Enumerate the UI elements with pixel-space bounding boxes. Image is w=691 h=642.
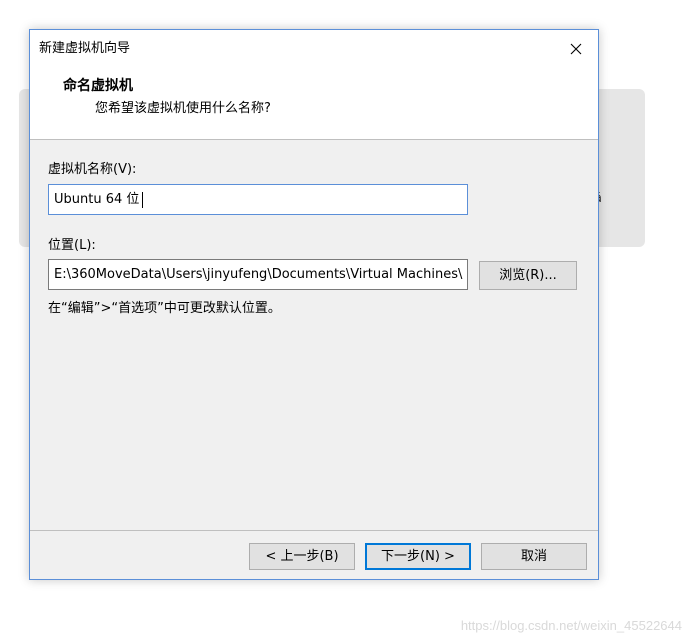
location-input[interactable]: E:\360MoveData\Users\jinyufeng\Documents… <box>48 259 468 290</box>
next-button[interactable]: 下一步(N) > <box>365 543 471 570</box>
close-icon <box>570 43 582 54</box>
default-location-hint: 在“编辑”>“首选项”中可更改默认位置。 <box>48 301 281 316</box>
vm-name-input[interactable]: Ubuntu 64 位 <box>48 184 468 215</box>
location-value: E:\360MoveData\Users\jinyufeng\Documents… <box>54 267 463 282</box>
back-button[interactable]: < 上一步(B) <box>249 543 355 570</box>
location-label: 位置(L): <box>48 238 96 253</box>
close-button[interactable] <box>554 30 598 67</box>
cancel-button[interactable]: 取消 <box>481 543 587 570</box>
text-caret <box>142 191 144 208</box>
browse-button[interactable]: 浏览(R)... <box>479 261 577 290</box>
window-title: 新建虚拟机向导 <box>39 41 131 56</box>
step-subtitle: 您希望该虚拟机使用什么名称? <box>95 101 271 116</box>
vm-name-label: 虚拟机名称(V): <box>48 162 137 177</box>
vm-name-value: Ubuntu 64 位 <box>54 192 140 207</box>
footer-divider <box>30 530 598 531</box>
title-bar[interactable]: 新建虚拟机向导 <box>30 30 598 67</box>
new-vm-wizard-dialog: 新建虚拟机向导 命名虚拟机 您希望该虚拟机使用什么名称? 虚拟机名称(V): U… <box>29 29 599 580</box>
step-title: 命名虚拟机 <box>63 78 133 94</box>
watermark: https://blog.csdn.net/weixin_45522644 <box>460 618 682 633</box>
wizard-header: 命名虚拟机 您希望该虚拟机使用什么名称? <box>30 67 598 140</box>
